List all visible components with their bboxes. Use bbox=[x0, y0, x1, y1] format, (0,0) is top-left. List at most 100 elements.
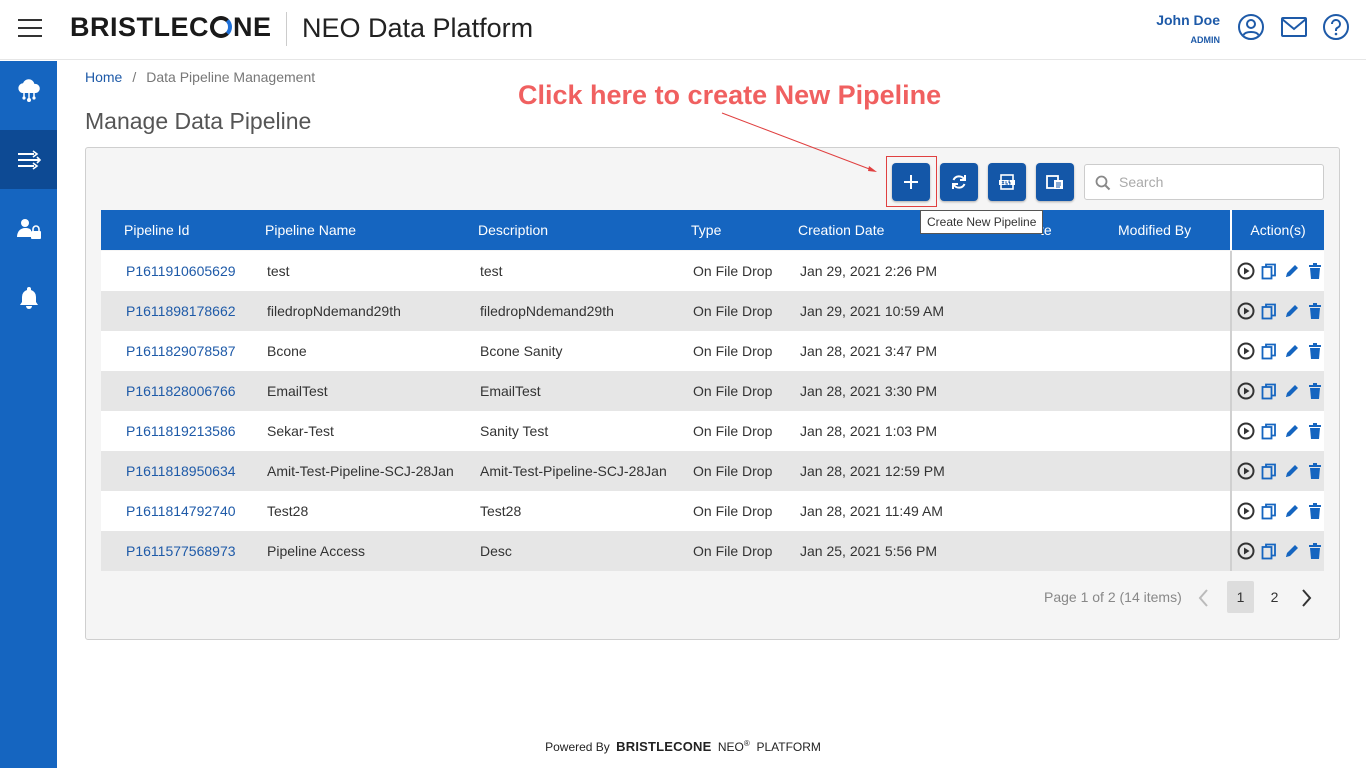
edit-pencil-icon[interactable] bbox=[1282, 422, 1301, 441]
edit-pencil-icon[interactable] bbox=[1282, 342, 1301, 361]
delete-trash-icon[interactable] bbox=[1305, 502, 1324, 521]
help-icon[interactable] bbox=[1322, 13, 1350, 41]
footer-platform: PLATFORM bbox=[756, 740, 821, 754]
create-pipeline-button[interactable] bbox=[892, 163, 930, 201]
delete-trash-icon[interactable] bbox=[1305, 542, 1324, 561]
table-row[interactable]: P1611577568973 Pipeline Access Desc On File… bbox=[101, 531, 1324, 571]
refresh-icon bbox=[952, 175, 966, 189]
pipeline-id-link[interactable]: P1611828006766 bbox=[126, 383, 236, 399]
delete-trash-icon[interactable] bbox=[1305, 422, 1324, 441]
description-cell: Desc bbox=[480, 543, 512, 559]
user-profile-icon[interactable] bbox=[1237, 13, 1265, 41]
copy-pipeline-button[interactable] bbox=[1036, 163, 1074, 201]
delete-trash-icon[interactable] bbox=[1305, 342, 1324, 361]
search-input[interactable] bbox=[1119, 171, 1315, 193]
mail-icon[interactable] bbox=[1280, 13, 1308, 41]
creation-date-cell: Jan 28, 2021 1:03 PM bbox=[800, 423, 937, 439]
user-info[interactable]: John Doe ADMIN bbox=[1156, 12, 1220, 45]
col-creation-date[interactable]: Creation Date bbox=[798, 222, 884, 238]
edit-pencil-icon[interactable] bbox=[1282, 382, 1301, 401]
table-row[interactable]: P1611828006766 EmailTest EmailTest On File … bbox=[101, 371, 1324, 411]
run-pipeline-icon[interactable] bbox=[1236, 422, 1255, 441]
table-row[interactable]: P1611814792740 Test28 Test28 On File Drop Ja… bbox=[101, 491, 1324, 531]
description-cell: Amit-Test-Pipeline-SCJ-28Jan bbox=[480, 463, 667, 479]
sidebar-item-notifications[interactable] bbox=[0, 268, 57, 327]
col-modified-by[interactable]: Modified By bbox=[1118, 222, 1191, 238]
page-1-button[interactable]: 1 bbox=[1227, 581, 1254, 613]
pipeline-id-link[interactable]: P1611829078587 bbox=[126, 343, 236, 359]
description-cell: filedropNdemand29th bbox=[480, 303, 614, 319]
run-pipeline-icon[interactable] bbox=[1236, 462, 1255, 481]
delete-trash-icon[interactable] bbox=[1305, 462, 1324, 481]
refresh-button[interactable] bbox=[940, 163, 978, 201]
chevron-left-icon[interactable] bbox=[1196, 588, 1212, 608]
run-pipeline-icon[interactable] bbox=[1236, 382, 1255, 401]
copy-icon[interactable] bbox=[1259, 462, 1278, 481]
pipeline-name-cell: Pipeline Access bbox=[267, 543, 366, 559]
page-2-button[interactable]: 2 bbox=[1261, 581, 1288, 613]
copy-icon[interactable] bbox=[1259, 542, 1278, 561]
menu-icon[interactable] bbox=[18, 19, 42, 39]
edit-pencil-icon[interactable] bbox=[1282, 302, 1301, 321]
delete-trash-icon[interactable] bbox=[1305, 302, 1324, 321]
edit-pencil-icon[interactable] bbox=[1282, 502, 1301, 521]
run-pipeline-icon[interactable] bbox=[1236, 342, 1255, 361]
export-xlsx-button[interactable] bbox=[988, 163, 1026, 201]
pipeline-id-link[interactable]: P1611819213586 bbox=[126, 423, 236, 439]
col-pipeline-id[interactable]: Pipeline Id bbox=[124, 222, 189, 238]
breadcrumb-home[interactable]: Home bbox=[85, 69, 122, 85]
pipeline-name-cell: test bbox=[267, 263, 290, 279]
table-row[interactable]: P1611898178662 filedropNdemand29th filedro… bbox=[101, 291, 1324, 331]
table-row[interactable]: P1611818950634 Amit-Test-Pipeline-SCJ-28J… bbox=[101, 451, 1324, 491]
pipeline-name-cell: EmailTest bbox=[267, 383, 328, 399]
copy-icon[interactable] bbox=[1259, 302, 1278, 321]
sidebar-item-user-access[interactable] bbox=[0, 199, 57, 258]
plus-icon bbox=[904, 175, 918, 189]
sidebar-item-pipeline[interactable] bbox=[0, 130, 57, 189]
row-actions bbox=[1230, 491, 1324, 531]
copy-icon[interactable] bbox=[1259, 502, 1278, 521]
col-actions: Action(s) bbox=[1230, 210, 1324, 250]
copy-icon[interactable] bbox=[1259, 342, 1278, 361]
pipeline-id-link[interactable]: P1611577568973 bbox=[126, 543, 236, 559]
pipeline-id-link[interactable]: P1611898178662 bbox=[126, 303, 236, 319]
pipeline-id-link[interactable]: P1611814792740 bbox=[126, 503, 236, 519]
copy-icon[interactable] bbox=[1259, 422, 1278, 441]
copy-icon[interactable] bbox=[1259, 382, 1278, 401]
row-actions bbox=[1230, 411, 1324, 451]
run-pipeline-icon[interactable] bbox=[1236, 302, 1255, 321]
footer-neo: NEO bbox=[717, 740, 744, 754]
app-title: NEO Data Platform bbox=[302, 13, 534, 43]
sidebar-item-cloud[interactable] bbox=[0, 61, 57, 120]
row-actions bbox=[1230, 531, 1324, 571]
creation-date-cell: Jan 29, 2021 2:26 PM bbox=[800, 263, 937, 279]
run-pipeline-icon[interactable] bbox=[1236, 542, 1255, 561]
col-description[interactable]: Description bbox=[478, 222, 548, 238]
table-row[interactable]: P1611829078587 Bcone Bcone Sanity On File D… bbox=[101, 331, 1324, 371]
edit-pencil-icon[interactable] bbox=[1282, 542, 1301, 561]
chevron-right-icon[interactable] bbox=[1298, 588, 1314, 608]
creation-date-cell: Jan 28, 2021 11:49 AM bbox=[800, 503, 943, 519]
run-pipeline-icon[interactable] bbox=[1236, 502, 1255, 521]
table-row[interactable]: P1611910605629 test test On File Drop Jan 29… bbox=[101, 251, 1324, 291]
footer-powered-by: Powered By bbox=[545, 740, 610, 754]
search-box[interactable] bbox=[1084, 164, 1324, 200]
run-pipeline-icon[interactable] bbox=[1236, 262, 1255, 281]
delete-trash-icon[interactable] bbox=[1305, 382, 1324, 401]
pipeline-id-link[interactable]: P1611910605629 bbox=[126, 263, 236, 279]
delete-trash-icon[interactable] bbox=[1305, 262, 1324, 281]
col-pipeline-name[interactable]: Pipeline Name bbox=[265, 222, 356, 238]
col-type[interactable]: Type bbox=[691, 222, 721, 238]
row-actions bbox=[1230, 251, 1324, 291]
edit-pencil-icon[interactable] bbox=[1282, 462, 1301, 481]
user-name: John Doe bbox=[1156, 12, 1220, 28]
cloud-network-icon bbox=[17, 78, 40, 102]
table-header: Pipeline Id Pipeline Name Description Ty… bbox=[101, 210, 1324, 250]
type-cell: On File Drop bbox=[693, 463, 773, 479]
creation-date-cell: Jan 29, 2021 10:59 AM bbox=[800, 303, 944, 319]
description-cell: EmailTest bbox=[480, 383, 541, 399]
edit-pencil-icon[interactable] bbox=[1282, 262, 1301, 281]
table-row[interactable]: P1611819213586 Sekar-Test Sanity Test On Fi… bbox=[101, 411, 1324, 451]
copy-icon[interactable] bbox=[1259, 262, 1278, 281]
pipeline-id-link[interactable]: P1611818950634 bbox=[126, 463, 236, 479]
